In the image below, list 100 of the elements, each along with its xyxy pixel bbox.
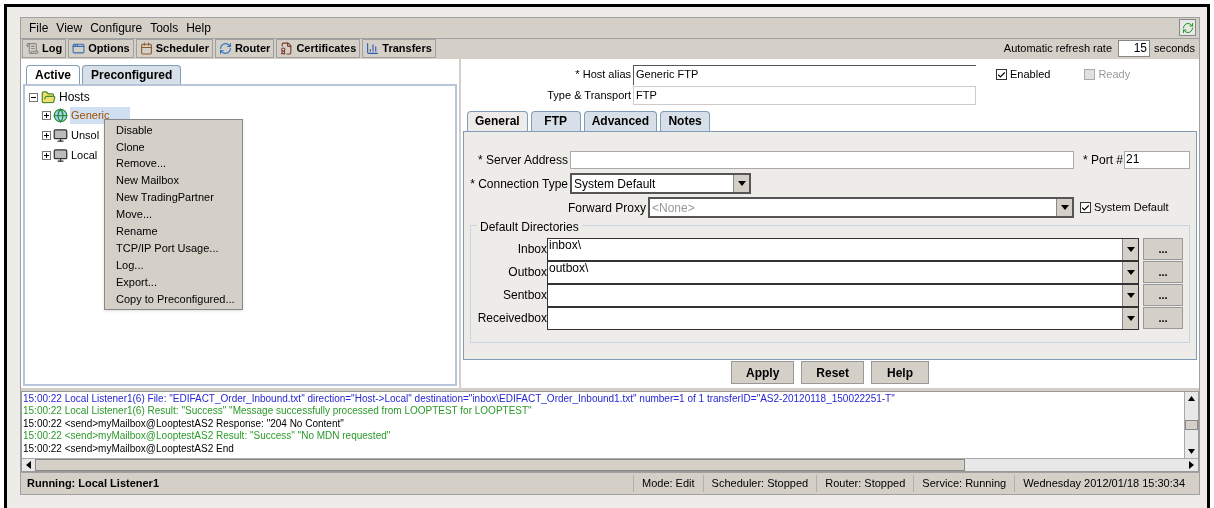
menu-item[interactable]: Copy to Preconfigured... bbox=[105, 290, 242, 308]
menu-item[interactable]: Log... bbox=[105, 256, 242, 274]
system-default-checkbox[interactable] bbox=[1080, 202, 1091, 214]
dropdown-button[interactable] bbox=[1056, 199, 1072, 217]
tab[interactable]: Active bbox=[26, 64, 81, 84]
menu-item[interactable]: View bbox=[56, 18, 83, 37]
dropdown-button[interactable] bbox=[1122, 307, 1138, 329]
scheduler-icon bbox=[139, 42, 153, 56]
menu-item[interactable]: Configure bbox=[90, 18, 143, 37]
tab[interactable]: Advanced bbox=[583, 110, 658, 131]
dropdown-button[interactable] bbox=[733, 175, 749, 193]
expand-toggle[interactable] bbox=[42, 111, 51, 121]
vertical-scrollbar[interactable] bbox=[1184, 391, 1198, 459]
toolbar-button[interactable]: Options bbox=[68, 39, 134, 59]
forward-proxy-label: Forward Proxy bbox=[566, 199, 647, 217]
log-line: 15:00:22 <send>myMailbox@LooptestAS2 Response: "204 No Content" bbox=[23, 417, 345, 431]
menu-item[interactable]: New Mailbox bbox=[105, 172, 242, 190]
plus-icon bbox=[44, 153, 49, 159]
status-item: Scheduler: Stopped bbox=[702, 475, 817, 492]
monitor-icon bbox=[53, 148, 68, 164]
menu-item[interactable]: Help bbox=[186, 18, 211, 37]
tab[interactable]: Preconfigured bbox=[82, 64, 182, 84]
folder-icon bbox=[41, 89, 56, 105]
directory-label: Sentbox bbox=[501, 287, 547, 305]
certificates-icon bbox=[280, 42, 294, 56]
action-button[interactable]: Help bbox=[871, 361, 929, 385]
toolbar-button[interactable]: Transfers bbox=[362, 39, 436, 59]
directory-combo[interactable]: outbox\ bbox=[547, 260, 1139, 284]
directory-label: Inbox bbox=[516, 241, 547, 259]
directory-combo[interactable]: inbox\ bbox=[547, 237, 1139, 261]
toolbar-button[interactable]: Scheduler bbox=[135, 39, 213, 59]
browse-button[interactable]: ... bbox=[1143, 284, 1183, 307]
host-alias-field[interactable]: Generic FTP bbox=[633, 64, 976, 85]
host-alias-label: * Host alias bbox=[574, 67, 632, 83]
horizontal-scrollbar[interactable] bbox=[22, 458, 1198, 472]
connection-type-dropdown[interactable]: System Default bbox=[570, 173, 751, 195]
toolbar-button[interactable]: Certificates bbox=[276, 39, 361, 59]
menu-item[interactable]: Tools bbox=[150, 18, 179, 37]
refresh-rate-field[interactable]: 15 bbox=[1118, 40, 1150, 58]
menu-item[interactable]: Disable bbox=[105, 121, 242, 139]
tab[interactable]: Notes bbox=[660, 110, 711, 131]
log-line: 15:00:22 <send>myMailbox@LooptestAS2 Result: "Success" "No MDN requested" bbox=[23, 430, 392, 443]
connection-type-label: * Connection Type bbox=[470, 175, 569, 193]
expand-toggle[interactable] bbox=[42, 151, 51, 161]
dropdown-value: System Default bbox=[573, 175, 657, 193]
caret-icon bbox=[1126, 269, 1135, 275]
menu-item[interactable]: Remove... bbox=[105, 155, 242, 173]
refresh-button[interactable] bbox=[1179, 19, 1196, 37]
tree-item[interactable]: Hosts bbox=[59, 88, 90, 107]
toolbar-button[interactable]: Log bbox=[22, 39, 67, 59]
seconds-label: seconds bbox=[1154, 41, 1195, 57]
menu-item[interactable]: Move... bbox=[105, 206, 242, 223]
dropdown-button[interactable] bbox=[1122, 284, 1138, 306]
action-button[interactable]: Reset bbox=[801, 361, 864, 385]
menu-item[interactable]: TCP/IP Port Usage... bbox=[105, 239, 242, 257]
directory-label: Outbox bbox=[507, 264, 547, 282]
directory-value: outbox\ bbox=[549, 260, 589, 275]
server-address-label: * Server Address bbox=[476, 151, 569, 169]
menu-item[interactable]: Export... bbox=[105, 273, 242, 291]
router-icon bbox=[218, 42, 232, 56]
scrollbar-thumb[interactable] bbox=[35, 459, 965, 472]
menu-item[interactable]: File bbox=[29, 18, 49, 37]
browse-button[interactable]: ... bbox=[1143, 307, 1183, 330]
dropdown-button[interactable] bbox=[1122, 261, 1138, 283]
caret-icon bbox=[1126, 246, 1135, 252]
port-label: * Port # bbox=[1081, 151, 1124, 169]
tab[interactable]: FTP bbox=[530, 110, 581, 131]
directory-combo[interactable] bbox=[547, 306, 1139, 330]
port-field[interactable]: 21 bbox=[1124, 150, 1190, 169]
plus-icon bbox=[44, 133, 49, 139]
log-line: 15:00:22 Local Listener1(6) Result: "Success" "Message successfully processed from LOOPTEST for LOOPTEST" bbox=[23, 405, 533, 418]
system-default-label: System Default bbox=[1094, 200, 1169, 216]
type-transport-field: FTP bbox=[633, 86, 976, 106]
scrollbar-thumb[interactable] bbox=[1185, 420, 1198, 430]
directory-combo[interactable] bbox=[547, 283, 1139, 307]
tab[interactable]: General bbox=[467, 110, 528, 131]
server-address-field[interactable] bbox=[570, 150, 1074, 169]
status-item: Wednesday 2012/01/18 15:30:34 bbox=[1014, 475, 1193, 492]
action-button[interactable]: Apply bbox=[731, 361, 795, 385]
log-icon bbox=[26, 42, 39, 56]
collapse-toggle[interactable] bbox=[29, 92, 38, 102]
menu-item[interactable]: Rename bbox=[105, 223, 242, 240]
globe-icon bbox=[53, 108, 68, 124]
caret-icon bbox=[737, 181, 746, 187]
dropdown-button[interactable] bbox=[1122, 238, 1138, 260]
transfers-icon bbox=[366, 42, 380, 56]
enabled-checkbox[interactable] bbox=[996, 69, 1007, 81]
status-item: Mode: Edit bbox=[633, 475, 703, 492]
directory-label: Receivedbox bbox=[476, 310, 547, 328]
monitor-icon bbox=[53, 128, 68, 144]
browse-button[interactable]: ... bbox=[1143, 238, 1183, 261]
caret-icon bbox=[1126, 315, 1135, 321]
menu-item[interactable]: New TradingPartner bbox=[105, 189, 242, 207]
refresh-icon bbox=[1181, 21, 1194, 34]
browse-button[interactable]: ... bbox=[1143, 261, 1183, 284]
log-line: 15:00:22 <send>myMailbox@LooptestAS2 End bbox=[23, 442, 235, 456]
menu-item[interactable]: Clone bbox=[105, 138, 242, 156]
toolbar-button[interactable]: Router bbox=[214, 39, 275, 59]
dropdown-placeholder: <None> bbox=[651, 199, 696, 217]
expand-toggle[interactable] bbox=[42, 131, 51, 141]
